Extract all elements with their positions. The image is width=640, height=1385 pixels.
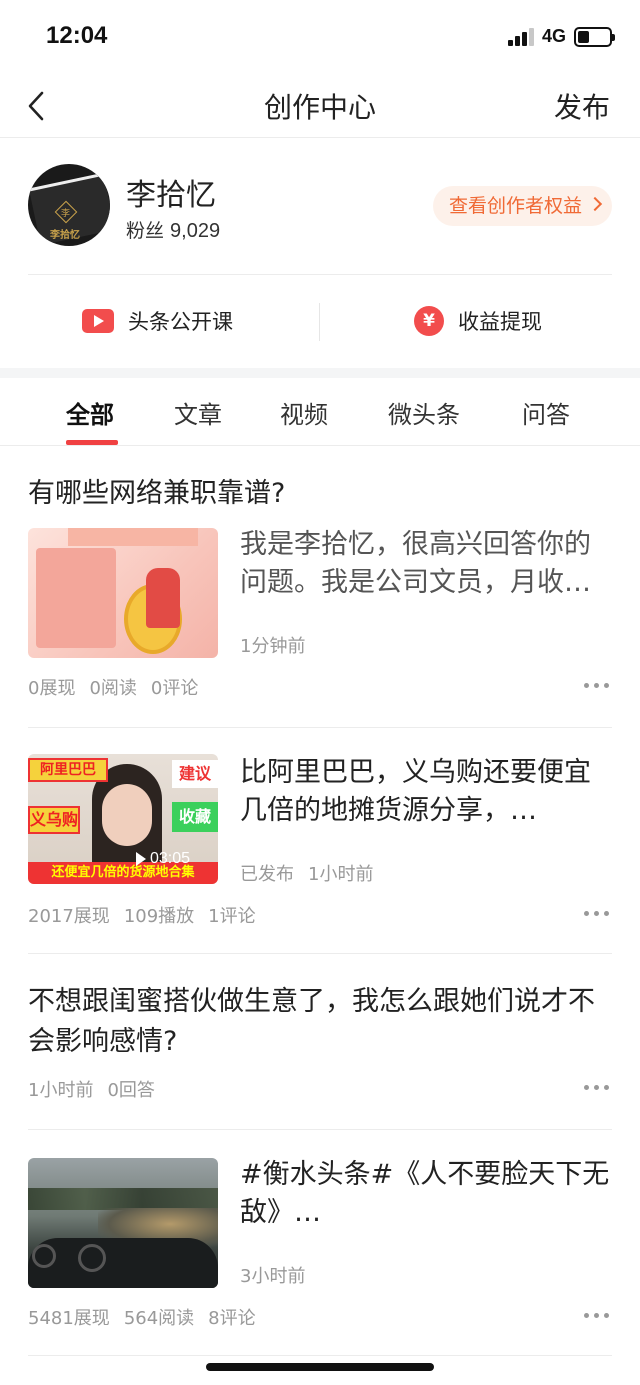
stat-plays: 109播放 xyxy=(123,906,195,927)
stat-reads: 0阅读 xyxy=(89,678,137,699)
tab-articles[interactable]: 文章 xyxy=(174,395,222,430)
creator-rights-button[interactable]: 查看创作者权益 xyxy=(432,186,612,226)
tab-all[interactable]: 全部 xyxy=(66,395,114,430)
avatar[interactable]: 李 李拾忆 xyxy=(28,164,110,246)
list-item[interactable]: 阿里巴巴 义乌购 建议 收藏 还便宜几倍的货源地合集 03:05 比阿里巴巴，义… xyxy=(28,728,612,954)
fans-number: 9,029 xyxy=(170,220,221,242)
status-time: 12:04 xyxy=(46,22,108,49)
withdraw-label: 收益提现 xyxy=(458,310,542,334)
status-bar: 12:04 4G xyxy=(0,0,640,76)
more-icon[interactable] xyxy=(584,911,610,917)
creator-rights-label: 查看创作者权益 xyxy=(448,195,582,217)
yen-icon: ¥ xyxy=(414,306,444,336)
answer-count: 0回答 xyxy=(107,1080,155,1101)
thumbnail-image xyxy=(28,1158,218,1288)
section-separator xyxy=(0,368,640,378)
status-indicators: 4G xyxy=(507,26,615,47)
item-summary: 比阿里巴巴，义乌购还要便宜几倍的地摊货源分享，… xyxy=(240,757,591,826)
stat-comments: 8评论 xyxy=(208,1308,256,1329)
item-title: 不想跟闺蜜搭伙做生意了，我怎么跟她们说才不会影响感情? xyxy=(28,986,595,1057)
item-time: 3小时前 xyxy=(240,1266,306,1287)
play-icon xyxy=(82,309,114,333)
active-tab-indicator xyxy=(66,440,118,445)
tab-videos[interactable]: 视频 xyxy=(280,395,328,430)
fans-count: 粉丝 9,029 xyxy=(126,216,220,243)
thumbnail-image xyxy=(28,528,218,658)
item-time: 1小时前 xyxy=(308,864,374,885)
withdraw-link[interactable]: ¥ 收益提现 xyxy=(414,305,542,337)
more-icon[interactable] xyxy=(584,1313,610,1319)
network-type: 4G xyxy=(541,26,566,46)
item-title: 有哪些网络兼职靠谱? xyxy=(28,478,286,509)
stat-comments: 0评论 xyxy=(150,678,199,699)
user-name: 李拾忆 xyxy=(126,178,216,213)
list-item[interactable]: 不想跟闺蜜搭伙做生意了，我怎么跟她们说才不会影响感情? 1小时前 0回答 xyxy=(28,954,612,1130)
more-icon[interactable] xyxy=(584,683,610,689)
item-meta: 已发布 1小时前 xyxy=(240,860,373,886)
list-item[interactable]: 有哪些网络兼职靠谱? 我是李拾忆，很高兴回答你的问题。我是公司文员，月收… 1分… xyxy=(28,446,612,728)
page-title: 创作中心 xyxy=(263,91,376,124)
signal-icon xyxy=(507,27,534,46)
profile-header: 李 李拾忆 李拾忆 粉丝 9,029 查看创作者权益 xyxy=(0,138,640,274)
battery-icon xyxy=(574,26,615,47)
open-course-label: 头条公开课 xyxy=(128,310,233,334)
stat-reads: 564阅读 xyxy=(123,1308,195,1329)
item-time: 1小时前 xyxy=(28,1080,94,1101)
fans-label: 粉丝 xyxy=(126,220,165,242)
stat-comments: 1评论 xyxy=(208,906,256,927)
item-stats: 2017展现 109播放 1评论 xyxy=(28,902,270,928)
item-summary: #衡水头条#《人不要脸天下无敌》… xyxy=(240,1159,610,1228)
home-indicator xyxy=(206,1363,434,1371)
nav-bar: 创作中心 发布 xyxy=(0,76,640,138)
divider xyxy=(319,303,320,341)
publish-button[interactable]: 发布 xyxy=(554,86,610,126)
quick-links: 头条公开课 ¥ 收益提现 xyxy=(28,274,612,368)
publish-status: 已发布 xyxy=(240,864,294,885)
tab-qa[interactable]: 问答 xyxy=(522,395,570,430)
item-stats: 5481展现 564阅读 8评论 xyxy=(28,1304,270,1330)
video-duration: 03:05 xyxy=(136,850,190,868)
list-item[interactable]: #衡水头条#《人不要脸天下无敌》… 3小时前 5481展现 564阅读 8评论 xyxy=(28,1130,612,1356)
item-meta: 1小时前 0回答 xyxy=(28,1076,169,1102)
stat-impressions: 0展现 xyxy=(28,678,76,699)
item-summary: 我是李拾忆，很高兴回答你的问题。我是公司文员，月收… xyxy=(240,529,591,598)
play-icon xyxy=(136,852,146,866)
content-tabs: 全部 文章 视频 微头条 问答 xyxy=(0,378,640,446)
item-time: 1分钟前 xyxy=(240,636,306,657)
chevron-right-icon xyxy=(587,196,603,212)
stat-impressions: 5481展现 xyxy=(28,1308,110,1329)
tab-micro-posts[interactable]: 微头条 xyxy=(388,395,460,430)
stat-impressions: 2017展现 xyxy=(28,906,110,927)
video-thumbnail: 阿里巴巴 义乌购 建议 收藏 还便宜几倍的货源地合集 03:05 xyxy=(28,754,218,884)
open-course-link[interactable]: 头条公开课 xyxy=(82,305,233,337)
item-stats: 0展现 0阅读 0评论 xyxy=(28,674,212,700)
more-icon[interactable] xyxy=(584,1085,610,1091)
